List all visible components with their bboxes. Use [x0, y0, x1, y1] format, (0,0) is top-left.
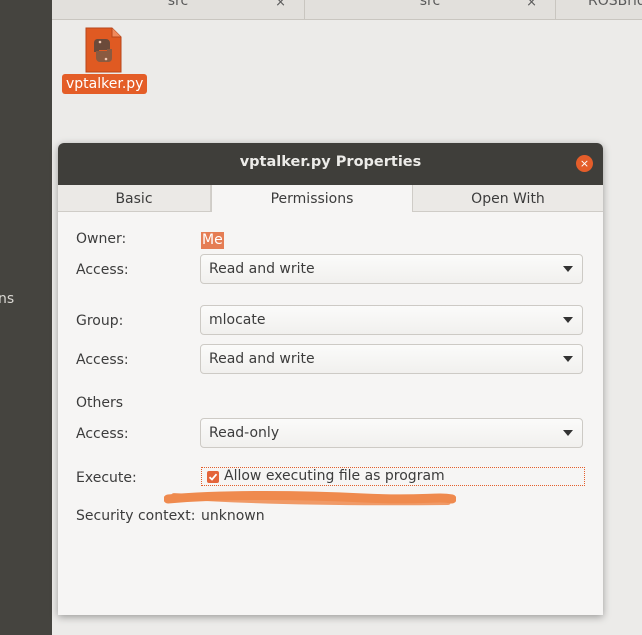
close-tab-icon[interactable]: × — [526, 0, 537, 10]
tab-label: ROSBrid — [588, 0, 642, 9]
owner-label: Owner: — [76, 231, 127, 247]
chevron-down-icon — [563, 430, 573, 436]
others-label: Others — [76, 395, 124, 411]
group-access-select[interactable]: Read and write — [200, 344, 583, 374]
group-access-label: Access: — [76, 352, 129, 368]
tab-permissions[interactable]: Permissions — [211, 185, 413, 212]
file-manager-tab-bar: src × src × ROSBrid — [52, 0, 642, 20]
execute-label: Execute: — [76, 470, 137, 486]
execute-checkbox-label[interactable]: Allow executing file as program — [224, 468, 445, 485]
annotation-underline — [164, 491, 456, 506]
tab-src-2[interactable]: src × — [305, 0, 556, 19]
checkmark-icon — [208, 473, 218, 481]
tab-src-1[interactable]: src × — [52, 0, 305, 19]
tab-label: src — [419, 0, 441, 9]
execute-checkbox[interactable] — [207, 471, 219, 483]
others-access-value: Read-only — [209, 425, 280, 441]
python-file-icon[interactable] — [84, 27, 122, 73]
close-icon: × — [579, 157, 590, 170]
group-access-value: Read and write — [209, 351, 315, 367]
tab-open-with[interactable]: Open With — [413, 185, 603, 211]
chevron-down-icon — [563, 356, 573, 362]
security-context-value: unknown — [201, 508, 265, 524]
permissions-panel: Owner: Me Access: Read and write Group: … — [58, 212, 603, 615]
dialog-tabs: Basic Permissions Open With — [58, 185, 603, 212]
dialog-title: vptalker.py Properties — [239, 154, 422, 170]
tab-basic[interactable]: Basic — [58, 185, 211, 211]
left-sidebar: ns — [0, 0, 52, 635]
tab-rosbridge[interactable]: ROSBrid — [556, 0, 642, 19]
tab-label: src — [167, 0, 189, 9]
owner-access-select[interactable]: Read and write — [200, 254, 583, 284]
owner-value[interactable]: Me — [201, 232, 224, 249]
close-tab-icon[interactable]: × — [275, 0, 286, 10]
chevron-down-icon — [563, 317, 573, 323]
dialog-titlebar[interactable]: vptalker.py Properties × — [58, 143, 603, 185]
chevron-down-icon — [563, 266, 573, 272]
owner-access-label: Access: — [76, 262, 129, 278]
close-button[interactable]: × — [576, 155, 593, 172]
properties-dialog: vptalker.py Properties × Basic Permissio… — [58, 143, 603, 615]
group-value: mlocate — [209, 312, 266, 328]
execute-checkbox-row[interactable]: Allow executing file as program — [201, 467, 585, 486]
others-access-label: Access: — [76, 426, 129, 442]
group-label: Group: — [76, 313, 124, 329]
file-label[interactable]: vptalker.py — [62, 74, 148, 94]
owner-access-value: Read and write — [209, 261, 315, 277]
security-context-label: Security context: — [76, 508, 196, 524]
sidebar-partial-label[interactable]: ns — [0, 291, 14, 307]
others-access-select[interactable]: Read-only — [200, 418, 583, 448]
group-select[interactable]: mlocate — [200, 305, 583, 335]
